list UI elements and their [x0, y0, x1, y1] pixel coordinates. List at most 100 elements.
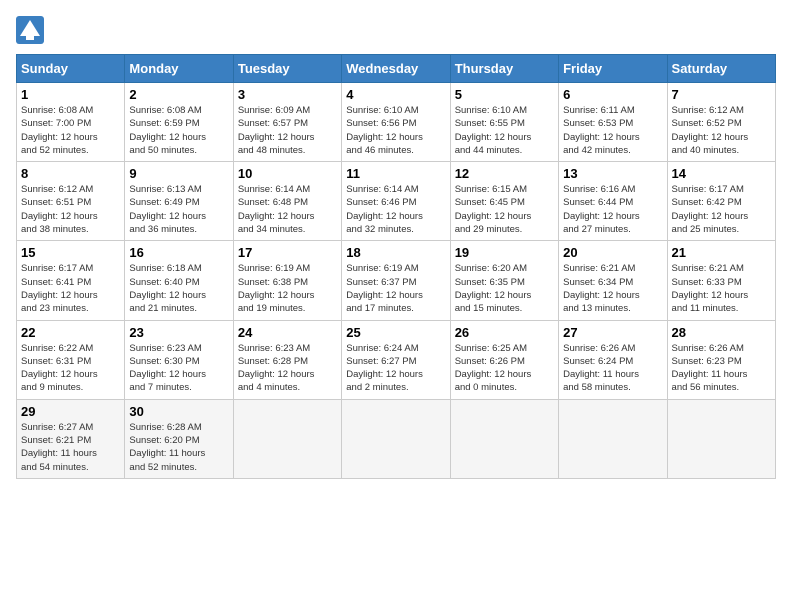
calendar-cell	[233, 399, 341, 478]
calendar-cell: 9 Sunrise: 6:13 AM Sunset: 6:49 PM Daylig…	[125, 162, 233, 241]
calendar-week-4: 22 Sunrise: 6:22 AM Sunset: 6:31 PM Dayli…	[17, 320, 776, 399]
calendar-cell: 6 Sunrise: 6:11 AM Sunset: 6:53 PM Daylig…	[559, 83, 667, 162]
day-number: 19	[455, 245, 554, 260]
calendar-cell	[559, 399, 667, 478]
day-info: Sunrise: 6:15 AM Sunset: 6:45 PM Dayligh…	[455, 183, 554, 236]
logo	[16, 16, 48, 44]
day-number: 6	[563, 87, 662, 102]
day-number: 13	[563, 166, 662, 181]
day-info: Sunrise: 6:12 AM Sunset: 6:52 PM Dayligh…	[672, 104, 771, 157]
calendar-cell: 5Sunrise: 6:10 AM Sunset: 6:55 PM Daylig…	[450, 83, 558, 162]
day-info: Sunrise: 6:08 AM Sunset: 7:00 PM Dayligh…	[21, 104, 120, 157]
day-info: Sunrise: 6:17 AM Sunset: 6:42 PM Dayligh…	[672, 183, 771, 236]
calendar-cell: 18 Sunrise: 6:19 AM Sunset: 6:37 PM Dayli…	[342, 241, 450, 320]
calendar-cell: 30 Sunrise: 6:28 AM Sunset: 6:20 PM Dayli…	[125, 399, 233, 478]
day-number: 9	[129, 166, 228, 181]
day-info: Sunrise: 6:14 AM Sunset: 6:46 PM Dayligh…	[346, 183, 445, 236]
weekday-header-monday: Monday	[125, 55, 233, 83]
calendar-cell: 13 Sunrise: 6:16 AM Sunset: 6:44 PM Dayli…	[559, 162, 667, 241]
day-number: 8	[21, 166, 120, 181]
day-number: 5	[455, 87, 554, 102]
day-number: 10	[238, 166, 337, 181]
day-info: Sunrise: 6:16 AM Sunset: 6:44 PM Dayligh…	[563, 183, 662, 236]
day-info: Sunrise: 6:21 AM Sunset: 6:33 PM Dayligh…	[672, 262, 771, 315]
weekday-header-sunday: Sunday	[17, 55, 125, 83]
day-number: 26	[455, 325, 554, 340]
day-number: 22	[21, 325, 120, 340]
calendar-table: SundayMondayTuesdayWednesdayThursdayFrid…	[16, 54, 776, 479]
calendar-cell: 22 Sunrise: 6:22 AM Sunset: 6:31 PM Dayli…	[17, 320, 125, 399]
day-info: Sunrise: 6:22 AM Sunset: 6:31 PM Dayligh…	[21, 342, 120, 395]
day-info: Sunrise: 6:10 AM Sunset: 6:56 PM Dayligh…	[346, 104, 445, 157]
day-number: 12	[455, 166, 554, 181]
calendar-week-2: 8 Sunrise: 6:12 AM Sunset: 6:51 PM Daylig…	[17, 162, 776, 241]
calendar-week-5: 29 Sunrise: 6:27 AM Sunset: 6:21 PM Dayli…	[17, 399, 776, 478]
day-info: Sunrise: 6:25 AM Sunset: 6:26 PM Dayligh…	[455, 342, 554, 395]
day-info: Sunrise: 6:28 AM Sunset: 6:20 PM Dayligh…	[129, 421, 228, 474]
calendar-week-3: 15Sunrise: 6:17 AM Sunset: 6:41 PM Dayli…	[17, 241, 776, 320]
day-number: 16	[129, 245, 228, 260]
calendar-cell: 21 Sunrise: 6:21 AM Sunset: 6:33 PM Dayli…	[667, 241, 775, 320]
calendar-cell: 27Sunrise: 6:26 AM Sunset: 6:24 PM Dayli…	[559, 320, 667, 399]
day-info: Sunrise: 6:11 AM Sunset: 6:53 PM Dayligh…	[563, 104, 662, 157]
day-info: Sunrise: 6:19 AM Sunset: 6:37 PM Dayligh…	[346, 262, 445, 315]
calendar-cell	[450, 399, 558, 478]
day-info: Sunrise: 6:18 AM Sunset: 6:40 PM Dayligh…	[129, 262, 228, 315]
day-info: Sunrise: 6:26 AM Sunset: 6:23 PM Dayligh…	[672, 342, 771, 395]
day-number: 15	[21, 245, 120, 260]
weekday-header-row: SundayMondayTuesdayWednesdayThursdayFrid…	[17, 55, 776, 83]
day-number: 4	[346, 87, 445, 102]
calendar-cell: 26 Sunrise: 6:25 AM Sunset: 6:26 PM Dayli…	[450, 320, 558, 399]
calendar-cell: 19 Sunrise: 6:20 AM Sunset: 6:35 PM Dayli…	[450, 241, 558, 320]
calendar-cell: 8 Sunrise: 6:12 AM Sunset: 6:51 PM Daylig…	[17, 162, 125, 241]
day-number: 25	[346, 325, 445, 340]
logo-icon	[16, 16, 44, 44]
day-number: 17	[238, 245, 337, 260]
day-info: Sunrise: 6:27 AM Sunset: 6:21 PM Dayligh…	[21, 421, 120, 474]
calendar-cell: 15Sunrise: 6:17 AM Sunset: 6:41 PM Dayli…	[17, 241, 125, 320]
day-info: Sunrise: 6:26 AM Sunset: 6:24 PM Dayligh…	[563, 342, 662, 395]
day-number: 11	[346, 166, 445, 181]
weekday-header-friday: Friday	[559, 55, 667, 83]
calendar-cell: 16 Sunrise: 6:18 AM Sunset: 6:40 PM Dayli…	[125, 241, 233, 320]
day-number: 3	[238, 87, 337, 102]
day-number: 24	[238, 325, 337, 340]
calendar-body: 1 Sunrise: 6:08 AM Sunset: 7:00 PM Daylig…	[17, 83, 776, 479]
calendar-cell: 17 Sunrise: 6:19 AM Sunset: 6:38 PM Dayli…	[233, 241, 341, 320]
day-info: Sunrise: 6:19 AM Sunset: 6:38 PM Dayligh…	[238, 262, 337, 315]
calendar-cell: 2Sunrise: 6:08 AM Sunset: 6:59 PM Daylig…	[125, 83, 233, 162]
calendar-cell: 12 Sunrise: 6:15 AM Sunset: 6:45 PM Dayli…	[450, 162, 558, 241]
weekday-header-wednesday: Wednesday	[342, 55, 450, 83]
weekday-header-saturday: Saturday	[667, 55, 775, 83]
day-number: 7	[672, 87, 771, 102]
calendar-cell	[667, 399, 775, 478]
calendar-cell: 29 Sunrise: 6:27 AM Sunset: 6:21 PM Dayli…	[17, 399, 125, 478]
day-info: Sunrise: 6:20 AM Sunset: 6:35 PM Dayligh…	[455, 262, 554, 315]
weekday-header-tuesday: Tuesday	[233, 55, 341, 83]
day-info: Sunrise: 6:13 AM Sunset: 6:49 PM Dayligh…	[129, 183, 228, 236]
calendar-cell: 7 Sunrise: 6:12 AM Sunset: 6:52 PM Daylig…	[667, 83, 775, 162]
day-info: Sunrise: 6:23 AM Sunset: 6:30 PM Dayligh…	[129, 342, 228, 395]
day-number: 29	[21, 404, 120, 419]
calendar-cell	[342, 399, 450, 478]
calendar-cell: 23 Sunrise: 6:23 AM Sunset: 6:30 PM Dayli…	[125, 320, 233, 399]
day-number: 1	[21, 87, 120, 102]
day-number: 14	[672, 166, 771, 181]
day-number: 20	[563, 245, 662, 260]
day-number: 28	[672, 325, 771, 340]
day-info: Sunrise: 6:21 AM Sunset: 6:34 PM Dayligh…	[563, 262, 662, 315]
calendar-cell: 14 Sunrise: 6:17 AM Sunset: 6:42 PM Dayli…	[667, 162, 775, 241]
day-number: 21	[672, 245, 771, 260]
calendar-cell: 20 Sunrise: 6:21 AM Sunset: 6:34 PM Dayli…	[559, 241, 667, 320]
calendar-cell: 25 Sunrise: 6:24 AM Sunset: 6:27 PM Dayli…	[342, 320, 450, 399]
calendar-cell: 1 Sunrise: 6:08 AM Sunset: 7:00 PM Daylig…	[17, 83, 125, 162]
calendar-cell: 10Sunrise: 6:14 AM Sunset: 6:48 PM Dayli…	[233, 162, 341, 241]
weekday-header-thursday: Thursday	[450, 55, 558, 83]
day-number: 23	[129, 325, 228, 340]
calendar-cell: 4 Sunrise: 6:10 AM Sunset: 6:56 PM Daylig…	[342, 83, 450, 162]
page-header	[16, 16, 776, 44]
day-number: 30	[129, 404, 228, 419]
day-info: Sunrise: 6:24 AM Sunset: 6:27 PM Dayligh…	[346, 342, 445, 395]
day-number: 18	[346, 245, 445, 260]
day-info: Sunrise: 6:12 AM Sunset: 6:51 PM Dayligh…	[21, 183, 120, 236]
